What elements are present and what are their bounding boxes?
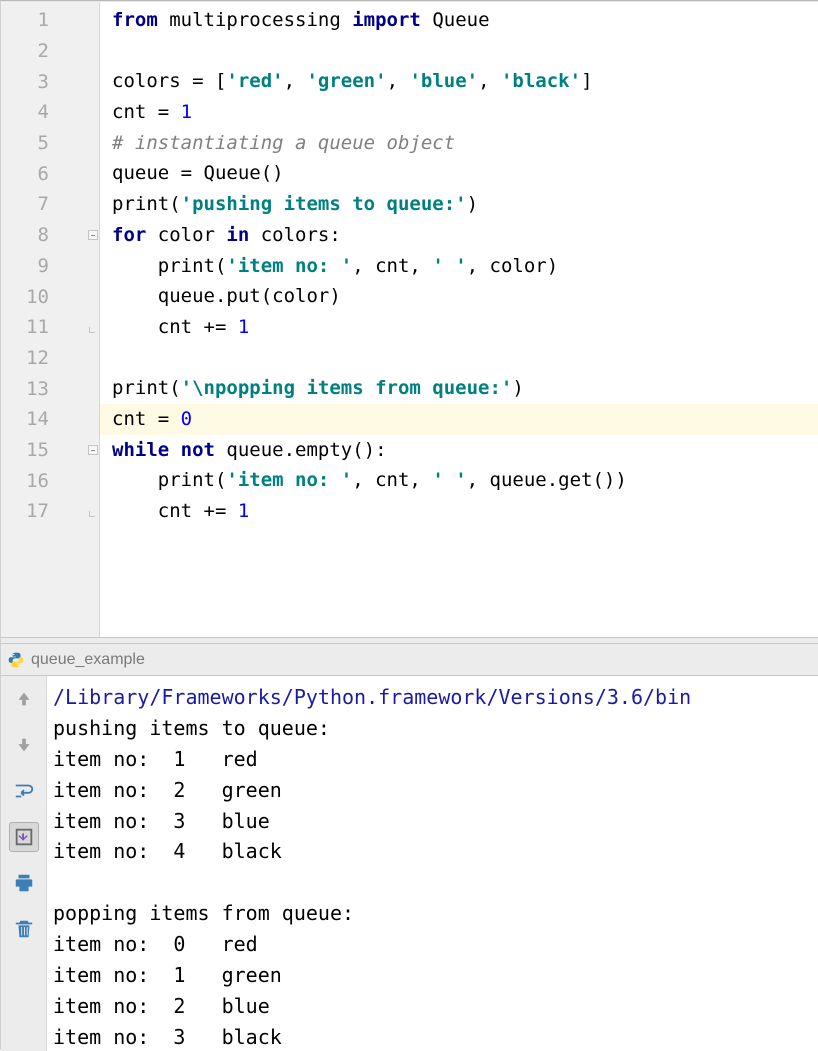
code-line[interactable]: print('item no: ', cnt, ' ', color) xyxy=(112,251,818,282)
console-line: item no: 1 green xyxy=(53,960,818,991)
gutter-line: 9 xyxy=(1,251,99,282)
fold-toggle-icon[interactable] xyxy=(88,445,98,455)
line-number: 4 xyxy=(1,101,51,123)
print-icon[interactable] xyxy=(9,868,39,898)
code-line[interactable]: from multiprocessing import Queue xyxy=(112,5,818,36)
gutter-line: 2 xyxy=(1,36,99,67)
line-number-gutter: 1234567891011121314151617 xyxy=(1,2,100,637)
code-line[interactable]: queue.put(color) xyxy=(112,281,818,312)
line-number: 5 xyxy=(1,132,51,154)
code-line[interactable]: print('\npopping items from queue:') xyxy=(112,373,818,404)
gutter-line: 1 xyxy=(1,5,99,36)
line-number: 12 xyxy=(1,347,51,369)
gutter-line: 15 xyxy=(1,435,99,466)
console-line: item no: 3 blue xyxy=(53,806,818,837)
trash-icon[interactable] xyxy=(9,914,39,944)
code-line[interactable]: cnt += 1 xyxy=(112,496,818,527)
console-line: popping items from queue: xyxy=(53,898,818,929)
arrow-down-icon[interactable] xyxy=(9,730,39,760)
gutter-line: 13 xyxy=(1,373,99,404)
gutter-line: 17 xyxy=(1,496,99,527)
console-line: item no: 2 blue xyxy=(53,991,818,1022)
code-line[interactable]: cnt += 1 xyxy=(112,312,818,343)
code-line[interactable]: for color in colors: xyxy=(112,220,818,251)
arrow-up-icon[interactable] xyxy=(9,684,39,714)
line-number: 17 xyxy=(1,500,51,522)
run-tab-bar: queue_example xyxy=(1,644,818,676)
console-toolbar xyxy=(1,676,47,1051)
code-line[interactable]: # instantiating a queue object xyxy=(112,128,818,159)
gutter-line: 3 xyxy=(1,66,99,97)
console-output[interactable]: /Library/Frameworks/Python.framework/Ver… xyxy=(47,676,818,1051)
line-number: 1 xyxy=(1,9,51,31)
line-number: 3 xyxy=(1,71,51,93)
gutter-line: 11 xyxy=(1,312,99,343)
line-number: 9 xyxy=(1,255,51,277)
code-text-area[interactable]: from multiprocessing import Queue colors … xyxy=(100,2,818,637)
line-number: 16 xyxy=(1,470,51,492)
code-line[interactable]: print('item no: ', cnt, ' ', queue.get()… xyxy=(112,465,818,496)
code-line[interactable] xyxy=(112,36,818,67)
line-number: 14 xyxy=(1,408,51,430)
code-line[interactable]: while not queue.empty(): xyxy=(112,435,818,466)
console-line: pushing items to queue: xyxy=(53,713,818,744)
code-line[interactable]: cnt = 0 xyxy=(100,404,818,435)
code-line[interactable]: cnt = 1 xyxy=(112,97,818,128)
console-line: item no: 2 green xyxy=(53,775,818,806)
line-number: 8 xyxy=(1,224,51,246)
pane-splitter[interactable] xyxy=(1,637,818,644)
gutter-line: 6 xyxy=(1,158,99,189)
gutter-line: 4 xyxy=(1,97,99,128)
gutter-line: 16 xyxy=(1,465,99,496)
line-number: 13 xyxy=(1,378,51,400)
gutter-line: 12 xyxy=(1,343,99,374)
python-file-icon xyxy=(7,651,25,669)
code-line[interactable]: colors = ['red', 'green', 'blue', 'black… xyxy=(112,66,818,97)
fold-end-icon xyxy=(89,511,95,517)
console-line: item no: 4 black xyxy=(53,836,818,867)
line-number: 2 xyxy=(1,40,51,62)
code-line[interactable]: queue = Queue() xyxy=(112,158,818,189)
code-line[interactable] xyxy=(112,343,818,374)
line-number: 15 xyxy=(1,439,51,461)
gutter-line: 10 xyxy=(1,281,99,312)
gutter-line: 14 xyxy=(1,404,99,435)
line-number: 7 xyxy=(1,193,51,215)
line-number: 11 xyxy=(1,316,51,338)
console-line xyxy=(53,867,818,898)
console-line: item no: 0 red xyxy=(53,929,818,960)
soft-wrap-icon[interactable] xyxy=(9,776,39,806)
console-line: item no: 3 black xyxy=(53,1022,818,1051)
scroll-to-end-icon[interactable] xyxy=(9,822,39,852)
code-editor-pane[interactable]: 1234567891011121314151617 from multiproc… xyxy=(1,1,818,637)
line-number: 6 xyxy=(1,163,51,185)
gutter-line: 5 xyxy=(1,128,99,159)
line-number: 10 xyxy=(1,286,51,308)
console-line: item no: 1 red xyxy=(53,744,818,775)
fold-toggle-icon[interactable] xyxy=(88,230,98,240)
fold-end-icon xyxy=(89,327,95,333)
console-panel: /Library/Frameworks/Python.framework/Ver… xyxy=(1,676,818,1051)
gutter-line: 8 xyxy=(1,220,99,251)
gutter-line: 7 xyxy=(1,189,99,220)
console-line: /Library/Frameworks/Python.framework/Ver… xyxy=(53,682,818,713)
run-config-name[interactable]: queue_example xyxy=(31,651,145,669)
code-line[interactable]: print('pushing items to queue:') xyxy=(112,189,818,220)
